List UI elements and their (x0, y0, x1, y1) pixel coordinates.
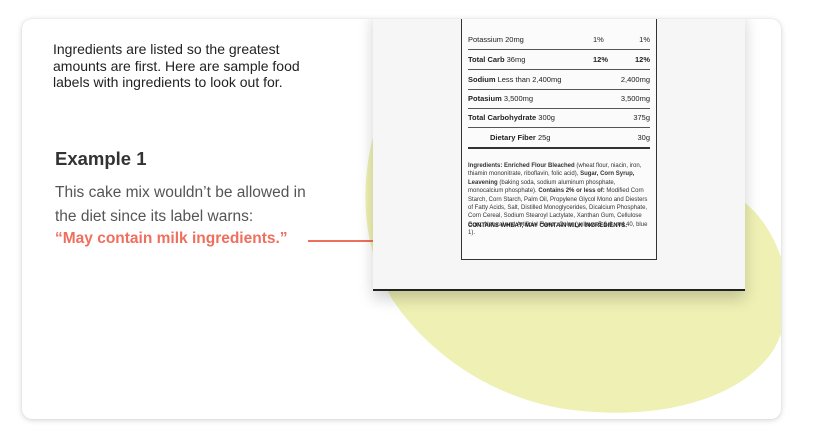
nutrition-row: Sodium Less than 2,400mg 2,400mg (468, 71, 650, 90)
nutrition-row: Total Carbohydrate 300g 375g (468, 109, 650, 128)
nutrition-row: Total Carb 36mg 12% 12% (468, 51, 650, 70)
allergen-warning: CONTAINS WHEAT; MAY CONTAIN MILK INGREDI… (468, 223, 627, 229)
intro-paragraph: Ingredients are listed so the greatest a… (53, 41, 300, 90)
cake-mix-box: Potassium 20mg 1% 1% Total Carb 36mg 12%… (373, 19, 745, 291)
example-warning-quote: “May contain milk ingredients.” (55, 230, 288, 247)
nutrition-row: Dietary Fiber 25g 30g (468, 129, 650, 149)
example-description: This cake mix wouldn’t be allowed in the… (55, 184, 306, 225)
nutrition-row: Potassium 20mg 1% 1% (468, 31, 650, 50)
nutrition-label: Potassium 20mg 1% 1% Total Carb 36mg 12%… (461, 19, 657, 260)
nutrition-row: Potasium 3,500mg 3,500mg (468, 90, 650, 109)
example-title: Example 1 (55, 148, 147, 169)
content-card: Ingredients are listed so the greatest a… (22, 19, 781, 419)
